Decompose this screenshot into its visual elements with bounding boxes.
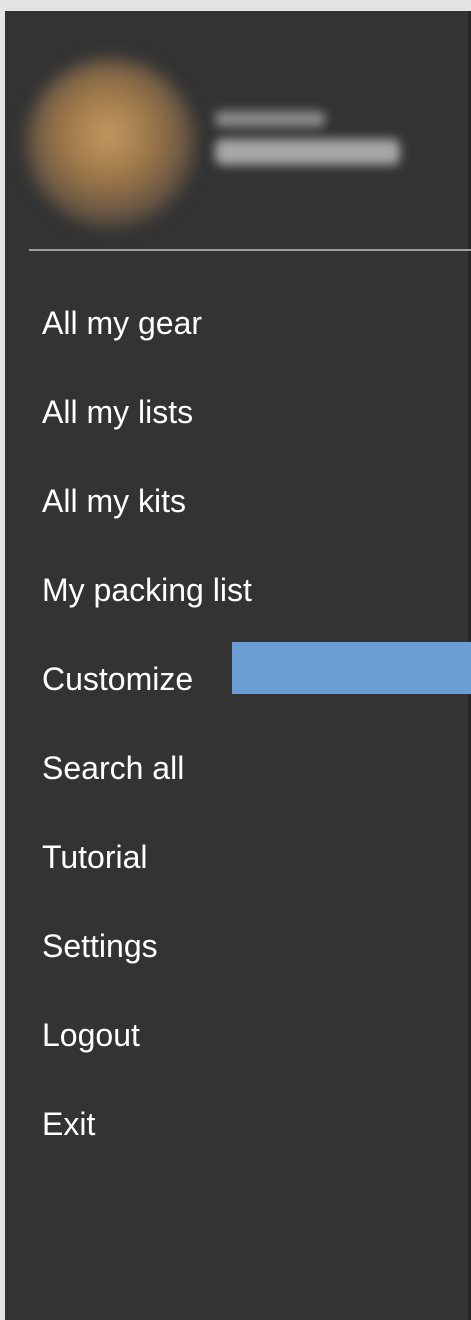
navigation-drawer: All my gear All my lists All my kits My …: [5, 11, 471, 1320]
menu-item-label: My packing list: [42, 572, 252, 608]
menu-item-label: Settings: [42, 928, 158, 964]
menu-item-logout[interactable]: Logout: [5, 991, 471, 1080]
drawer-menu: All my gear All my lists All my kits My …: [5, 279, 471, 1169]
profile-name-blurred: [215, 111, 325, 127]
menu-item-label: All my lists: [42, 394, 194, 430]
menu-item-label: Tutorial: [42, 839, 148, 875]
menu-item-all-my-lists[interactable]: All my lists: [5, 368, 471, 457]
avatar[interactable]: [27, 59, 195, 227]
menu-item-all-my-kits[interactable]: All my kits: [5, 457, 471, 546]
menu-item-tutorial[interactable]: Tutorial: [5, 813, 471, 902]
menu-item-label: All my gear: [42, 305, 203, 341]
menu-item-label: Exit: [42, 1106, 96, 1142]
customize-highlight-marker: [232, 642, 471, 694]
menu-item-label: Search all: [42, 750, 185, 786]
menu-item-all-my-gear[interactable]: All my gear: [5, 279, 471, 368]
menu-item-my-packing-list[interactable]: My packing list: [5, 546, 471, 635]
profile-email-blurred: [215, 139, 400, 165]
menu-item-label: Logout: [42, 1017, 140, 1053]
profile-info-blurred: [215, 111, 405, 181]
drawer-header: [5, 11, 471, 251]
header-divider: [29, 249, 471, 251]
menu-item-label: Customize: [42, 661, 194, 697]
menu-item-settings[interactable]: Settings: [5, 902, 471, 991]
menu-item-label: All my kits: [42, 483, 186, 519]
menu-item-search-all[interactable]: Search all: [5, 724, 471, 813]
menu-item-exit[interactable]: Exit: [5, 1080, 471, 1169]
